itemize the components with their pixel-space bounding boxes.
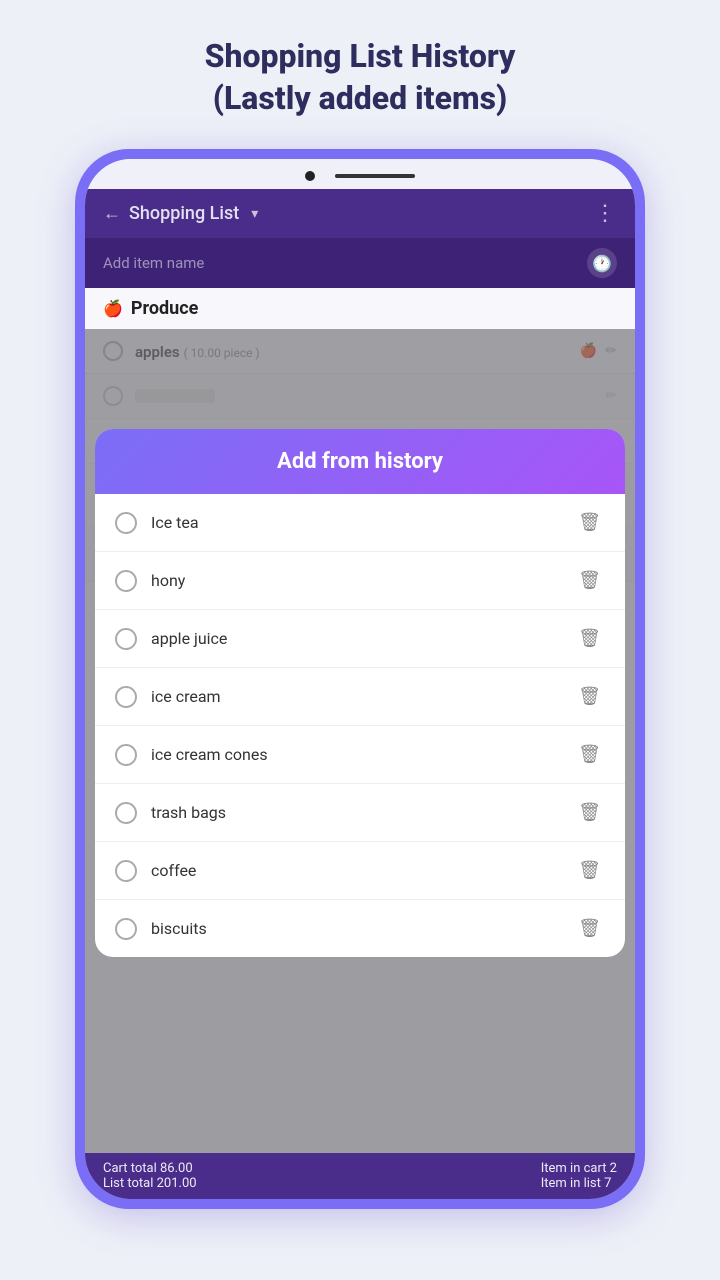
- page-title: Shopping List History (Lastly added item…: [205, 36, 516, 119]
- bottom-bar: Cart total 86.00 List total 201.00 Item …: [85, 1153, 635, 1199]
- section-emoji: 🍎: [103, 299, 123, 318]
- label-apple-juice: apple juice: [151, 629, 574, 648]
- dropdown-arrow-icon[interactable]: ▾: [251, 206, 258, 222]
- history-modal: Add from history Ice tea 🗑 hon: [95, 429, 625, 957]
- delete-trash-bags[interactable]: 🗑: [574, 798, 605, 827]
- delete-ice-cream-cones[interactable]: 🗑: [574, 740, 605, 769]
- label-trash-bags: trash bags: [151, 803, 574, 822]
- radio-ice-cream-cones[interactable]: [115, 744, 137, 766]
- label-ice-cream: ice cream: [151, 687, 574, 706]
- modal-header: Add from history: [95, 429, 625, 494]
- label-biscuits: biscuits: [151, 919, 574, 938]
- label-hony: hony: [151, 571, 574, 590]
- radio-hony[interactable]: [115, 570, 137, 592]
- list-item-ice-tea[interactable]: Ice tea 🗑: [95, 494, 625, 552]
- modal-list[interactable]: Ice tea 🗑 hony 🗑 apple juice: [95, 494, 625, 957]
- app-content: ← Shopping List ▾ ⋮ Add item name 🕐 🍎 Pr…: [85, 189, 635, 1199]
- section-header: 🍎 Produce: [85, 288, 635, 329]
- delete-ice-tea[interactable]: 🗑: [574, 508, 605, 537]
- camera-dot: [305, 171, 315, 181]
- cart-total: Cart total 86.00: [103, 1161, 197, 1176]
- list-item-hony[interactable]: hony 🗑: [95, 552, 625, 610]
- list-item-trash-bags[interactable]: trash bags 🗑: [95, 784, 625, 842]
- phone-frame: ← Shopping List ▾ ⋮ Add item name 🕐 🍎 Pr…: [75, 149, 645, 1209]
- label-coffee: coffee: [151, 861, 574, 880]
- add-item-bar: Add item name 🕐: [85, 238, 635, 288]
- radio-coffee[interactable]: [115, 860, 137, 882]
- delete-ice-cream[interactable]: 🗑: [574, 682, 605, 711]
- history-clock-icon[interactable]: 🕐: [587, 248, 617, 278]
- bottom-bar-right: Item in cart 2 Item in list 7: [541, 1161, 617, 1191]
- radio-biscuits[interactable]: [115, 918, 137, 940]
- radio-ice-cream[interactable]: [115, 686, 137, 708]
- item-in-list: Item in list 7: [541, 1176, 617, 1191]
- list-background: apples ( 10.00 piece ) 🍎 ✏ ✏ ✏: [85, 329, 635, 1199]
- list-total: List total 201.00: [103, 1176, 197, 1191]
- bottom-bar-left: Cart total 86.00 List total 201.00: [103, 1161, 197, 1191]
- list-item-ice-cream[interactable]: ice cream 🗑: [95, 668, 625, 726]
- radio-trash-bags[interactable]: [115, 802, 137, 824]
- delete-hony[interactable]: 🗑: [574, 566, 605, 595]
- header-left: ← Shopping List ▾: [103, 203, 258, 224]
- list-item-apple-juice[interactable]: apple juice 🗑: [95, 610, 625, 668]
- modal-title: Add from history: [119, 449, 601, 474]
- radio-ice-tea[interactable]: [115, 512, 137, 534]
- header-title: Shopping List: [129, 203, 239, 224]
- menu-dots-icon[interactable]: ⋮: [594, 201, 617, 226]
- label-ice-cream-cones: ice cream cones: [151, 745, 574, 764]
- phone-top-bar: [85, 159, 635, 189]
- item-in-cart: Item in cart 2: [541, 1161, 617, 1176]
- radio-apple-juice[interactable]: [115, 628, 137, 650]
- label-ice-tea: Ice tea: [151, 513, 574, 532]
- home-indicator: [335, 174, 415, 178]
- section-title: Produce: [131, 298, 198, 319]
- app-header: ← Shopping List ▾ ⋮: [85, 189, 635, 238]
- list-item-ice-cream-cones[interactable]: ice cream cones 🗑: [95, 726, 625, 784]
- phone-screen: ← Shopping List ▾ ⋮ Add item name 🕐 🍎 Pr…: [85, 159, 635, 1199]
- add-item-input[interactable]: Add item name: [103, 254, 204, 272]
- list-item-biscuits[interactable]: biscuits 🗑: [95, 900, 625, 957]
- list-item-coffee[interactable]: coffee 🗑: [95, 842, 625, 900]
- delete-biscuits[interactable]: 🗑: [574, 914, 605, 943]
- delete-apple-juice[interactable]: 🗑: [574, 624, 605, 653]
- delete-coffee[interactable]: 🗑: [574, 856, 605, 885]
- back-icon[interactable]: ←: [103, 203, 121, 224]
- modal-overlay: Add from history Ice tea 🗑 hon: [85, 329, 635, 1199]
